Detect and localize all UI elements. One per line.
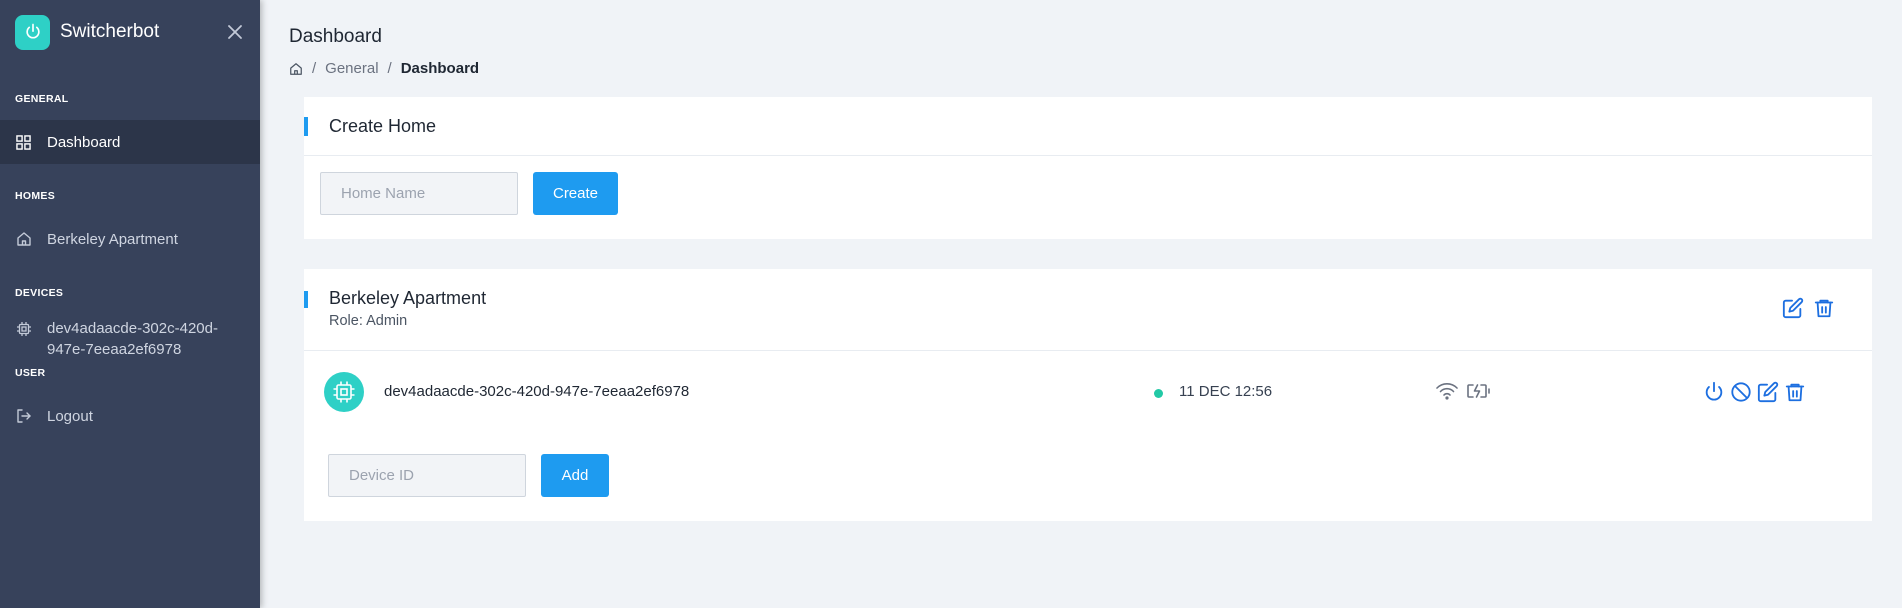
edit-device-icon[interactable] [1756, 380, 1780, 404]
breadcrumb-current: Dashboard [400, 60, 480, 77]
sidebar-item-label: Logout [47, 407, 93, 425]
sidebar-item-logout[interactable]: Logout [0, 394, 260, 438]
home-name-input[interactable] [320, 172, 518, 215]
delete-home-icon[interactable] [1812, 296, 1836, 320]
home-role: Role: Admin [329, 313, 408, 329]
sidebar-item-home[interactable]: Berkeley Apartment [0, 217, 260, 261]
create-home-button[interactable]: Create [533, 172, 618, 215]
power-icon[interactable] [1702, 380, 1726, 404]
device-id-input[interactable] [328, 454, 526, 497]
breadcrumb-separator: / [387, 60, 392, 77]
card-accent-bar [304, 291, 308, 308]
card-accent-bar [304, 117, 308, 136]
device-id: dev4adaacde-302c-420d-947e-7eeaa2ef6978 [384, 383, 690, 400]
wifi-icon [1435, 381, 1459, 406]
device-last-seen: 11 DEC 12:56 [1179, 383, 1273, 400]
ban-icon[interactable] [1729, 380, 1753, 404]
edit-home-icon[interactable] [1781, 296, 1805, 320]
card-header: Berkeley Apartment Role: Admin [304, 269, 1872, 351]
chip-icon [15, 320, 32, 337]
sidebar: Switcherbot GENERAL Dashboard HOMES Berk… [0, 0, 260, 608]
delete-device-icon[interactable] [1783, 380, 1807, 404]
sidebar-item-label: Berkeley Apartment [47, 230, 178, 248]
section-devices: DEVICES [15, 287, 64, 299]
home-title: Berkeley Apartment [329, 288, 487, 308]
power-logo-icon [15, 14, 50, 50]
close-icon[interactable] [225, 22, 245, 42]
breadcrumb-home-icon[interactable] [289, 62, 303, 76]
home-card: Berkeley Apartment Role: Admin dev4adaac… [304, 269, 1872, 521]
main-content: Dashboard / General / Dashboard Create H… [260, 0, 1902, 608]
breadcrumb: / General / Dashboard [289, 60, 479, 77]
card-title: Create Home [329, 116, 437, 136]
breadcrumb-separator: / [312, 60, 317, 77]
sidebar-item-dashboard[interactable]: Dashboard [0, 120, 260, 164]
status-online-dot [1154, 389, 1163, 398]
logout-icon [15, 408, 32, 425]
breadcrumb-general[interactable]: General [325, 60, 378, 77]
page-title: Dashboard [289, 26, 382, 47]
sidebar-item-label: Dashboard [47, 133, 121, 151]
chip-icon [324, 372, 364, 412]
device-row: dev4adaacde-302c-420d-947e-7eeaa2ef6978 … [304, 361, 1872, 421]
section-homes: HOMES [15, 190, 56, 202]
create-home-card: Create Home Create [304, 97, 1872, 239]
battery-charging-icon [1466, 382, 1492, 405]
sidebar-item-label: dev4adaacde-302c-420d-947e-7eeaa2ef6978 [47, 320, 218, 358]
card-header: Create Home [304, 97, 1872, 156]
home-icon [15, 231, 32, 248]
grid-icon [15, 134, 32, 151]
sidebar-item-device[interactable]: dev4adaacde-302c-420d-947e-7eeaa2ef6978 [0, 314, 260, 366]
add-device-button[interactable]: Add [541, 454, 609, 497]
app-name: Switcherbot [60, 21, 160, 42]
section-general: GENERAL [15, 93, 69, 105]
brand-header: Switcherbot [0, 0, 260, 64]
section-user: USER [15, 367, 46, 379]
